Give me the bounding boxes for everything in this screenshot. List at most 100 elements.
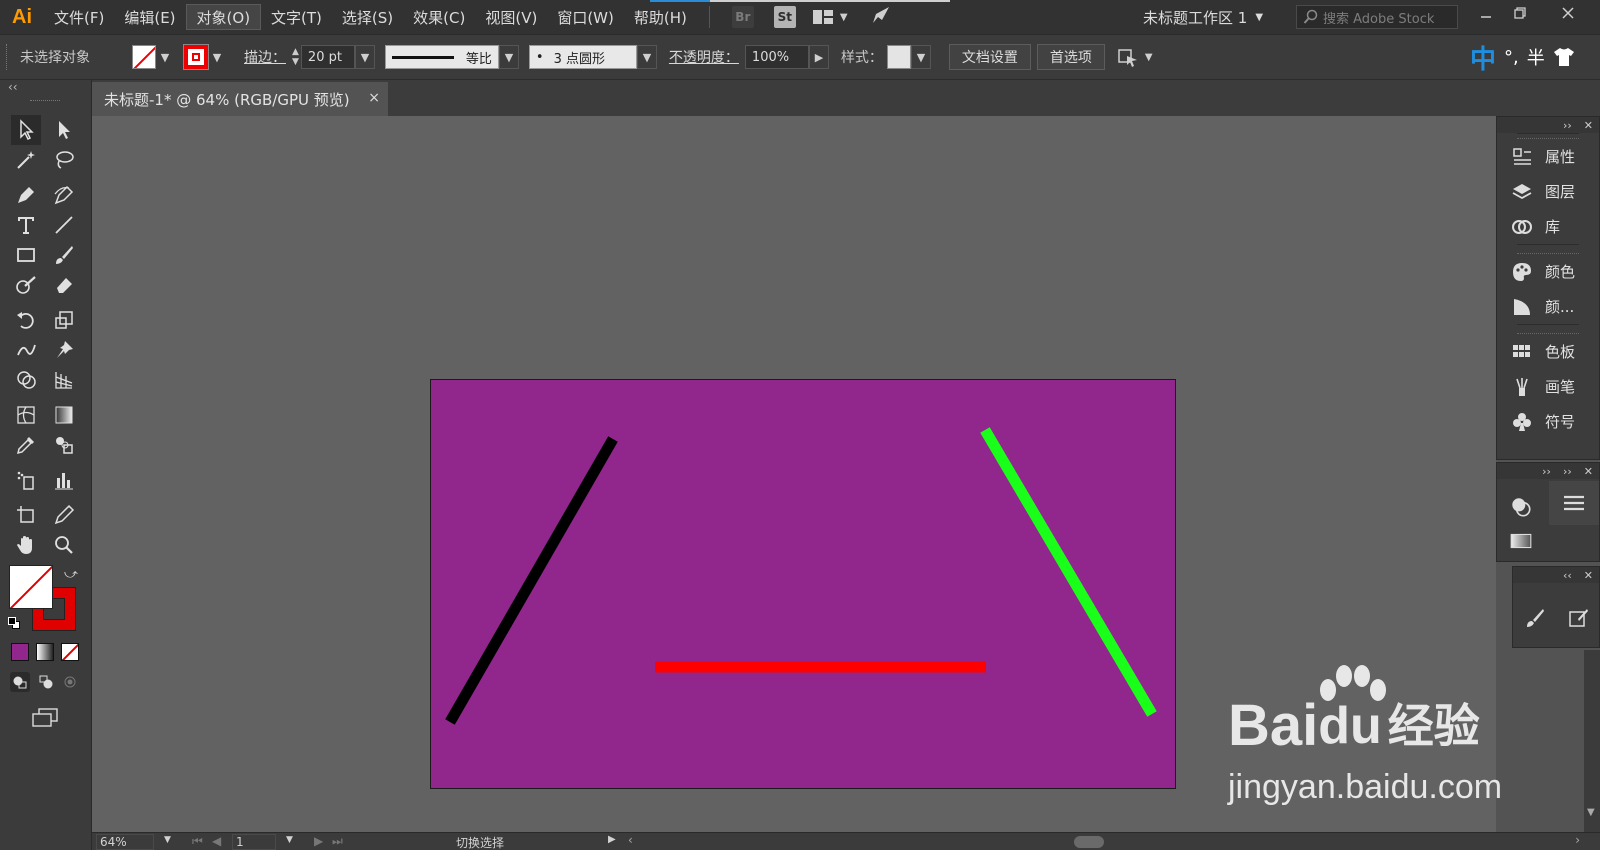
menu-view[interactable]: 视图(V) (475, 4, 547, 30)
menu-type[interactable]: 文字(T) (261, 4, 332, 30)
curvature-tool[interactable] (49, 180, 79, 210)
fill-color-indicator[interactable] (9, 565, 53, 609)
eyedropper-tool[interactable] (11, 430, 41, 460)
draw-inside-button[interactable] (60, 672, 80, 692)
panel-symbols[interactable]: 符号 (1497, 404, 1599, 439)
menu-edit[interactable]: 编辑(E) (114, 4, 185, 30)
stroke-weight-stepper[interactable]: ▲ ▼ (292, 47, 299, 67)
gpu-performance-button[interactable] (870, 4, 892, 30)
black-line[interactable] (445, 436, 618, 725)
scroll-left-icon[interactable]: ‹ (628, 833, 633, 847)
chevron-down-icon[interactable]: ▼ (156, 44, 174, 70)
chevron-down-icon[interactable]: ▼ (498, 45, 519, 69)
default-fill-stroke-icon[interactable] (8, 617, 20, 629)
chevron-right-icon[interactable]: ▶ (808, 45, 829, 69)
color-mode-button[interactable] (11, 643, 29, 661)
stock-button[interactable]: St (773, 6, 796, 28)
shirt-icon[interactable] (1553, 46, 1575, 68)
menu-effect[interactable]: 效果(C) (403, 4, 475, 30)
expand-panels-icon[interactable]: ›› (1542, 465, 1551, 478)
expand-panels-icon[interactable]: ›› (1563, 119, 1572, 132)
menu-icon[interactable] (1562, 494, 1586, 512)
panel-swatches[interactable]: 色板 (1497, 334, 1599, 369)
swap-fill-stroke-icon[interactable]: ⤻ (64, 567, 78, 582)
green-line[interactable] (980, 427, 1157, 717)
menu-window[interactable]: 窗口(W) (547, 4, 624, 30)
opacity-field[interactable]: 100% (744, 45, 809, 69)
puppet-warp-tool[interactable] (11, 335, 41, 365)
column-graph-tool[interactable] (49, 465, 79, 495)
gradient-panel-icon[interactable] (1509, 531, 1533, 551)
direct-selection-tool[interactable] (49, 115, 79, 145)
arrange-documents-button[interactable]: ▼ (812, 8, 848, 26)
variable-width-profile[interactable]: 等比 (384, 45, 499, 69)
menu-object[interactable]: 对象(O) (185, 4, 262, 30)
magic-wand-tool[interactable] (11, 145, 41, 175)
brush-options-icon[interactable] (1567, 607, 1589, 629)
workspace-switcher[interactable]: 未标题工作区 1 ▼ (1143, 5, 1263, 29)
zoom-tool[interactable] (49, 530, 79, 560)
panel-layers[interactable]: 图层 (1497, 174, 1599, 209)
bridge-button[interactable]: Br (731, 6, 754, 28)
panel-properties[interactable]: 属性 (1497, 139, 1599, 174)
chevron-down-icon[interactable]: ▼ (636, 45, 657, 69)
document-tab[interactable]: 未标题-1* @ 64% (RGB/GPU 预览) × (92, 82, 388, 116)
collapse-panel-icon[interactable]: ‹‹ (8, 80, 18, 94)
close-icon[interactable]: ✕ (1584, 569, 1593, 582)
chevron-up-icon[interactable]: ▲ (292, 47, 299, 57)
pin-tool[interactable] (49, 335, 79, 365)
line-segment-tool[interactable] (49, 210, 79, 240)
restore-button[interactable] (1500, 0, 1540, 26)
pen-tool[interactable] (11, 180, 41, 210)
expand-panels-icon[interactable]: ›› (1563, 465, 1572, 478)
screen-mode-button[interactable] (30, 705, 60, 729)
isolate-selected-button[interactable]: ▼ (1117, 46, 1153, 68)
perspective-grid-tool[interactable] (49, 365, 79, 395)
draw-behind-button[interactable] (36, 672, 56, 692)
brush-definition[interactable]: • 3 点圆形 (528, 45, 637, 69)
fill-control[interactable]: ▼ (132, 44, 174, 70)
horizontal-scrollbar[interactable]: ‹ › (624, 833, 1584, 850)
menu-help[interactable]: 帮助(H) (624, 4, 697, 30)
stroke-control[interactable]: ▼ (183, 44, 226, 70)
scroll-right-icon[interactable]: › (1575, 833, 1580, 847)
blend-tool[interactable] (49, 430, 79, 460)
scroll-thumb[interactable] (1074, 836, 1104, 848)
menu-select[interactable]: 选择(S) (332, 4, 403, 30)
panel-brushes[interactable]: 画笔 (1497, 369, 1599, 404)
preferences-button[interactable]: 首选项 (1036, 44, 1105, 70)
scale-tool[interactable] (49, 305, 79, 335)
close-window-button[interactable] (1548, 0, 1588, 26)
opacity-label[interactable]: 不透明度： (669, 47, 739, 67)
lasso-tool[interactable] (49, 145, 79, 175)
collapse-panels-icon[interactable]: ‹‹ (1563, 569, 1572, 582)
close-tab-icon[interactable]: × (368, 90, 380, 106)
slice-tool[interactable] (49, 500, 79, 530)
appearance-icon[interactable] (1509, 495, 1533, 519)
status-menu-icon[interactable]: ▶ (608, 834, 616, 845)
chevron-down-icon[interactable]: ▼ (354, 45, 375, 69)
panel-color-guide[interactable]: 颜... (1497, 289, 1599, 324)
none-mode-button[interactable] (61, 643, 79, 661)
rectangle-tool[interactable] (11, 240, 41, 270)
vertical-scrollbar[interactable]: ▼ (1584, 650, 1600, 832)
chevron-down-icon[interactable]: ▼ (286, 835, 293, 845)
ime-width[interactable]: 半 (1527, 44, 1545, 70)
shape-builder-tool[interactable] (11, 365, 41, 395)
type-tool[interactable] (11, 210, 41, 240)
stroke-swatch[interactable] (183, 44, 209, 70)
rotate-tool[interactable] (11, 305, 41, 335)
chevron-down-icon[interactable]: ▼ (292, 57, 299, 67)
selection-tool[interactable] (11, 115, 41, 145)
first-artboard-icon[interactable]: ⏮ (192, 834, 203, 849)
ime-toolbar[interactable]: 中 °, 半 (1466, 39, 1600, 75)
close-icon[interactable]: ✕ (1584, 465, 1593, 478)
prev-artboard-icon[interactable]: ◀ (212, 834, 221, 848)
close-icon[interactable]: ✕ (1584, 119, 1593, 132)
style-swatch[interactable] (886, 45, 911, 69)
fill-swatch[interactable] (132, 45, 156, 69)
stroke-weight-field[interactable]: 20 pt (300, 45, 355, 69)
gradient-tool[interactable] (49, 400, 79, 430)
paintbrush-tool[interactable] (49, 240, 79, 270)
next-artboard-icon[interactable]: ▶ (314, 834, 323, 848)
